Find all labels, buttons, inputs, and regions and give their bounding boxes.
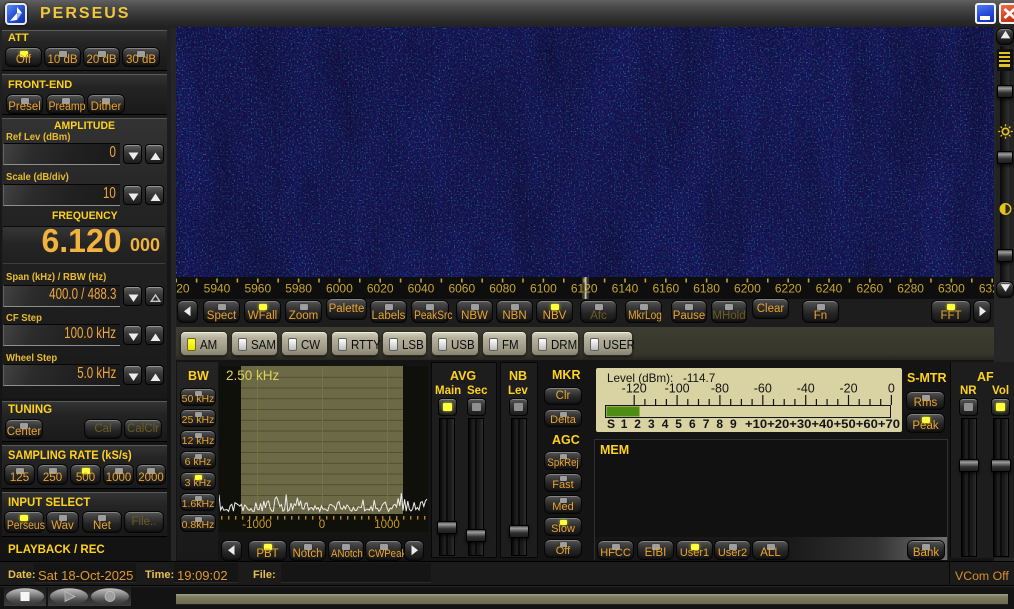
svg-text:6040: 6040 — [408, 282, 435, 296]
svg-text:5960: 5960 — [244, 282, 271, 296]
svg-text:6160: 6160 — [652, 282, 679, 296]
svg-text:5980: 5980 — [285, 282, 312, 296]
svg-text:6300: 6300 — [938, 282, 965, 296]
svg-text:0: 0 — [888, 382, 895, 396]
svg-text:6: 6 — [689, 417, 696, 431]
svg-text:4: 4 — [662, 417, 669, 431]
svg-text:9: 9 — [730, 417, 737, 431]
svg-text:5: 5 — [675, 417, 682, 431]
svg-text:-80: -80 — [711, 382, 729, 396]
svg-text:8: 8 — [716, 417, 723, 431]
svg-text:5940: 5940 — [204, 282, 231, 296]
svg-text:6060: 6060 — [448, 282, 475, 296]
svg-text:2.50 kHz: 2.50 kHz — [226, 368, 280, 383]
svg-text:6100: 6100 — [530, 282, 557, 296]
svg-text:6200: 6200 — [734, 282, 761, 296]
svg-text:6120: 6120 — [571, 282, 598, 296]
svg-text:6000: 6000 — [326, 282, 353, 296]
svg-text:1: 1 — [621, 417, 628, 431]
svg-text:0: 0 — [319, 519, 325, 531]
svg-text:-1000: -1000 — [242, 519, 271, 531]
svg-text:1000: 1000 — [374, 519, 400, 531]
svg-text:6020: 6020 — [367, 282, 394, 296]
svg-text:-20: -20 — [839, 382, 857, 396]
svg-text:6140: 6140 — [612, 282, 639, 296]
svg-text:-60: -60 — [754, 382, 772, 396]
svg-text:6240: 6240 — [816, 282, 843, 296]
svg-text:5920: 5920 — [176, 282, 190, 296]
svg-text:-40: -40 — [797, 382, 815, 396]
svg-text:6320: 6320 — [979, 282, 994, 296]
svg-text:2: 2 — [634, 417, 641, 431]
svg-text:3: 3 — [648, 417, 655, 431]
svg-text:S: S — [607, 417, 615, 431]
svg-text:+10+20+30+40+50+60+70: +10+20+30+40+50+60+70 — [745, 417, 900, 431]
svg-text:6280: 6280 — [897, 282, 924, 296]
svg-text:-120: -120 — [622, 382, 647, 396]
svg-text:6260: 6260 — [856, 282, 883, 296]
svg-text:7: 7 — [703, 417, 710, 431]
svg-text:6180: 6180 — [693, 282, 720, 296]
svg-text:-100: -100 — [665, 382, 690, 396]
svg-text:6080: 6080 — [489, 282, 516, 296]
svg-text:6220: 6220 — [775, 282, 802, 296]
